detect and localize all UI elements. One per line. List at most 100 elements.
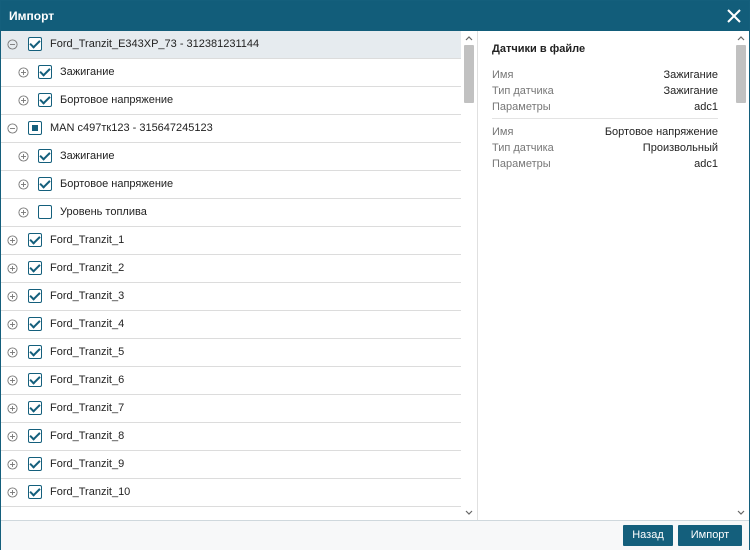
row-label: Ford_Tranzit_2 <box>50 262 125 274</box>
property-value: adc1 <box>694 158 718 170</box>
sensor-property: Параметры adc1 <box>492 158 718 174</box>
expand-icon[interactable] <box>7 347 18 358</box>
scroll-down-icon[interactable] <box>735 508 747 518</box>
row-label: Ford_Tranzit_4 <box>50 318 125 330</box>
tree-row[interactable]: Ford_Tranzit_7 <box>1 395 461 423</box>
tree-row[interactable]: Ford_Tranzit_8 <box>1 423 461 451</box>
close-icon[interactable] <box>723 5 745 27</box>
row-checkbox[interactable] <box>28 373 42 387</box>
tree-row[interactable]: Бортовое напряжение <box>1 171 461 199</box>
row-label: Ford_Tranzit_7 <box>50 402 125 414</box>
expand-icon[interactable] <box>7 375 18 386</box>
row-checkbox[interactable] <box>28 37 42 51</box>
scroll-up-icon[interactable] <box>463 33 475 43</box>
scroll-thumb[interactable] <box>464 45 474 103</box>
property-key: Имя <box>492 69 514 81</box>
row-checkbox[interactable] <box>28 457 42 471</box>
row-checkbox[interactable] <box>28 233 42 247</box>
expand-icon[interactable] <box>18 207 29 218</box>
back-button[interactable]: Назад <box>623 525 673 546</box>
expand-icon[interactable] <box>18 151 29 162</box>
scroll-thumb[interactable] <box>736 45 746 103</box>
collapse-icon[interactable] <box>7 39 18 50</box>
property-key: Тип датчика <box>492 85 554 97</box>
tree-row[interactable]: Ford_Tranzit_5 <box>1 339 461 367</box>
property-value: adc1 <box>694 101 718 113</box>
sensor-property: Тип датчика Произвольный <box>492 142 718 158</box>
row-checkbox[interactable] <box>28 429 42 443</box>
row-checkbox[interactable] <box>38 93 52 107</box>
row-label: Ford_Tranzit_10 <box>50 486 131 498</box>
expand-icon[interactable] <box>7 319 18 330</box>
row-checkbox[interactable] <box>28 401 42 415</box>
property-value: Произвольный <box>642 142 718 154</box>
expand-icon[interactable] <box>7 459 18 470</box>
row-label: Бортовое напряжение <box>60 178 174 190</box>
sensor-property: Имя Бортовое напряжение <box>492 126 718 142</box>
expand-icon[interactable] <box>18 179 29 190</box>
row-checkbox[interactable] <box>28 485 42 499</box>
tree-row[interactable]: Бортовое напряжение <box>1 87 461 115</box>
row-label: Ford_Tranzit_9 <box>50 458 125 470</box>
tree-row[interactable]: Ford_Tranzit_1 <box>1 227 461 255</box>
tree-scrollbar[interactable] <box>463 31 475 520</box>
property-value: Зажигание <box>663 69 719 81</box>
collapse-icon[interactable] <box>7 123 18 134</box>
row-label: Ford_Tranzit_6 <box>50 374 125 386</box>
scroll-up-icon[interactable] <box>735 33 747 43</box>
row-checkbox[interactable] <box>38 205 52 219</box>
row-label: Уровень топлива <box>60 206 147 218</box>
dialog-footer: Назад Импорт <box>1 520 749 550</box>
dialog-title: Импорт <box>9 9 55 23</box>
scroll-down-icon[interactable] <box>463 508 475 518</box>
tree-row[interactable]: Ford_Tranzit_E343XP_73 - 312381231144 <box>1 31 461 59</box>
expand-icon[interactable] <box>18 95 29 106</box>
expand-icon[interactable] <box>7 291 18 302</box>
row-checkbox[interactable] <box>28 317 42 331</box>
import-dialog: Импорт Ford_Tranzit_E343XP_73 - 31238123… <box>0 0 750 550</box>
import-button[interactable]: Импорт <box>678 525 742 546</box>
tree-row[interactable]: Ford_Tranzit_4 <box>1 311 461 339</box>
details-panel: Датчики в файле Имя Зажигание Тип датчика З… <box>478 31 733 520</box>
row-checkbox[interactable] <box>38 177 52 191</box>
row-checkbox[interactable] <box>28 261 42 275</box>
expand-icon[interactable] <box>7 487 18 498</box>
property-value: Бортовое напряжение <box>604 126 718 138</box>
row-checkbox[interactable] <box>28 289 42 303</box>
row-label: Ford_Tranzit_1 <box>50 234 125 246</box>
tree-row[interactable]: Ford_Tranzit_10 <box>1 479 461 507</box>
titlebar: Импорт <box>1 1 749 31</box>
tree-row[interactable]: Ford_Tranzit_9 <box>1 451 461 479</box>
property-key: Параметры <box>492 158 551 170</box>
row-label: Зажигание <box>60 150 115 162</box>
tree-row[interactable]: Уровень топлива <box>1 199 461 227</box>
sensor-property: Тип датчика Зажигание <box>492 85 718 101</box>
expand-icon[interactable] <box>7 403 18 414</box>
row-label: Бортовое напряжение <box>60 94 174 106</box>
details-scrollbar[interactable] <box>735 31 747 520</box>
row-label: Ford_Tranzit_8 <box>50 430 125 442</box>
expand-icon[interactable] <box>18 67 29 78</box>
tree-row[interactable]: MAN с497тк123 - 315647245123 <box>1 115 461 143</box>
expand-icon[interactable] <box>7 263 18 274</box>
sensor-group: Имя Бортовое напряжение Тип датчика Произво… <box>492 126 718 174</box>
property-value: Зажигание <box>663 85 719 97</box>
tree-row[interactable]: Ford_Tranzit_6 <box>1 367 461 395</box>
expand-icon[interactable] <box>7 431 18 442</box>
details-heading: Датчики в файле <box>492 43 586 55</box>
tree-row[interactable]: Ford_Tranzit_2 <box>1 255 461 283</box>
property-key: Параметры <box>492 101 551 113</box>
sensor-property: Параметры adc1 <box>492 101 718 117</box>
row-checkbox[interactable] <box>28 121 42 135</box>
row-label: MAN с497тк123 - 315647245123 <box>50 122 213 134</box>
tree-row[interactable]: Ford_Tranzit_3 <box>1 283 461 311</box>
tree-row[interactable]: Зажигание <box>1 143 461 171</box>
row-checkbox[interactable] <box>38 65 52 79</box>
tree-row[interactable]: Зажигание <box>1 59 461 87</box>
property-key: Имя <box>492 126 514 138</box>
property-key: Тип датчика <box>492 142 554 154</box>
row-label: Ford_Tranzit_5 <box>50 346 125 358</box>
expand-icon[interactable] <box>7 235 18 246</box>
row-checkbox[interactable] <box>38 149 52 163</box>
row-checkbox[interactable] <box>28 345 42 359</box>
